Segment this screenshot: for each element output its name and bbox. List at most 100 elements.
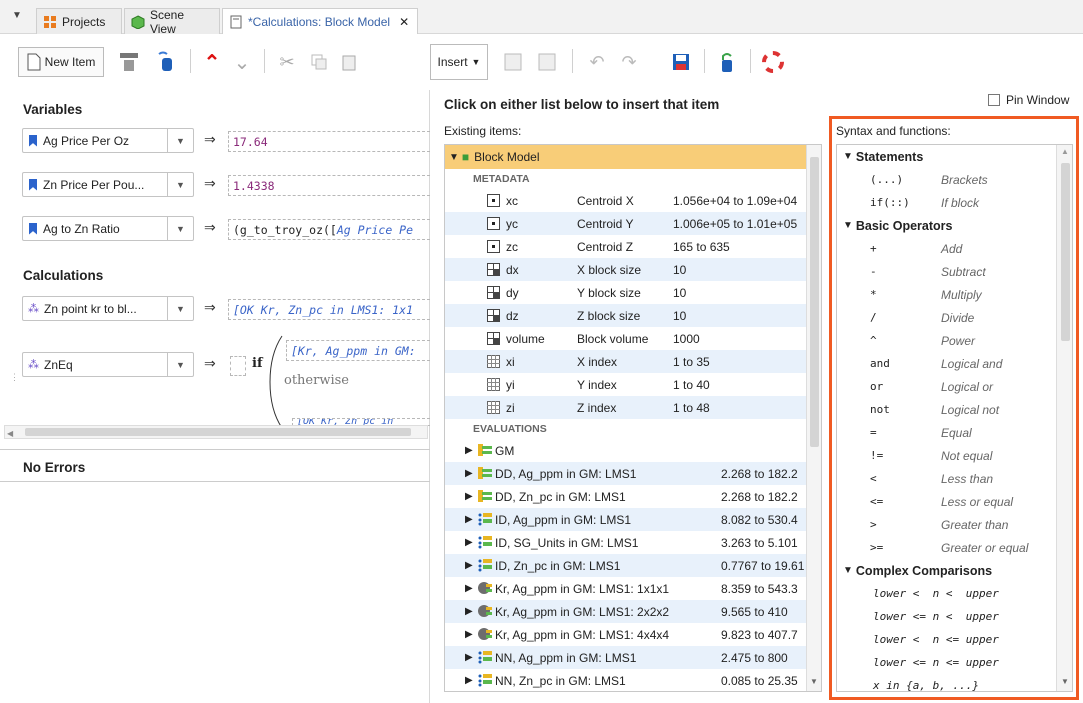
- horizontal-scrollbar[interactable]: ◀: [4, 425, 428, 439]
- metadata-row[interactable]: zc Centroid Z 165 to 635: [445, 235, 821, 258]
- basic-operators-group[interactable]: ▼ Basic Operators: [837, 214, 1072, 237]
- syntax-scrollbar[interactable]: ▲ ▼: [1056, 145, 1072, 691]
- statements-group[interactable]: ▼ Statements: [837, 145, 1072, 168]
- collapsed-triangle-icon[interactable]: ▶: [465, 491, 473, 502]
- syntax-item[interactable]: ^ Power: [837, 329, 1072, 352]
- metadata-row[interactable]: yi Y index 1 to 40: [445, 373, 821, 396]
- paste-button[interactable]: [334, 47, 364, 77]
- syntax-item[interactable]: > Greater than: [837, 513, 1072, 536]
- scroll-thumb[interactable]: [1061, 163, 1070, 341]
- variable-selector[interactable]: Ag Price Per Oz ▼: [22, 128, 194, 153]
- syntax-item[interactable]: not Logical not: [837, 398, 1072, 421]
- tree-root-block-model[interactable]: ▼ ■ Block Model: [445, 145, 821, 169]
- syntax-item[interactable]: <= Less or equal: [837, 490, 1072, 513]
- checkbox[interactable]: [988, 94, 1000, 106]
- variable-selector[interactable]: Zn Price Per Pou... ▼: [22, 172, 194, 197]
- metadata-row[interactable]: volume Block volume 1000: [445, 327, 821, 350]
- syntax-item[interactable]: lower <= n < upper: [837, 605, 1072, 628]
- calculation-selector[interactable]: ⁂ ZnEq ▼: [22, 352, 194, 377]
- existing-items-list[interactable]: ▼ ■ Block Model METADATA xc Centroid X 1.0…: [444, 144, 822, 692]
- collapsed-triangle-icon[interactable]: ▶: [465, 675, 473, 686]
- add-row-button[interactable]: [498, 47, 528, 77]
- syntax-item[interactable]: != Not equal: [837, 444, 1072, 467]
- collapsed-triangle-icon[interactable]: ▶: [465, 629, 473, 640]
- syntax-item[interactable]: and Logical and: [837, 352, 1072, 375]
- collapsed-triangle-icon[interactable]: ▶: [465, 445, 473, 456]
- metadata-row[interactable]: xc Centroid X 1.056e+04 to 1.09e+04: [445, 189, 821, 212]
- copy-button[interactable]: [304, 47, 334, 77]
- scroll-down-icon[interactable]: ▼: [810, 677, 818, 686]
- syntax-item[interactable]: lower < n <= upper: [837, 628, 1072, 651]
- collapsed-triangle-icon[interactable]: ▶: [465, 583, 473, 594]
- chevron-down-icon[interactable]: ▼: [167, 353, 193, 376]
- complex-comparisons-group[interactable]: ▼ Complex Comparisons: [837, 559, 1072, 582]
- evaluation-row[interactable]: ▶ Kr, Ag_ppm in GM: LMS1: 1x1x1 8.359 to 5…: [445, 577, 821, 600]
- syntax-item[interactable]: (...) Brackets: [837, 168, 1072, 191]
- syntax-item[interactable]: lower <= n <= upper: [837, 651, 1072, 674]
- syntax-item[interactable]: < Less than: [837, 467, 1072, 490]
- syntax-item[interactable]: or Logical or: [837, 375, 1072, 398]
- collapsed-triangle-icon[interactable]: ▶: [465, 468, 473, 479]
- existing-scrollbar[interactable]: ▼: [806, 145, 821, 691]
- evaluation-row[interactable]: ▶ DD, Ag_ppm in GM: LMS1 2.268 to 182.2: [445, 462, 821, 485]
- evaluation-row[interactable]: ▶ GM: [445, 439, 821, 462]
- collapsed-triangle-icon[interactable]: ▶: [465, 606, 473, 617]
- syntax-item[interactable]: = Equal: [837, 421, 1072, 444]
- syntax-item[interactable]: + Add: [837, 237, 1072, 260]
- save-button[interactable]: [666, 47, 696, 77]
- evaluation-row[interactable]: ▶ ID, SG_Units in GM: LMS1 3.263 to 5.101: [445, 531, 821, 554]
- evaluation-row[interactable]: ▶ NN, Ag_ppm in GM: LMS1 2.475 to 800: [445, 646, 821, 669]
- collapsed-triangle-icon[interactable]: ▶: [465, 514, 473, 525]
- collapsed-triangle-icon[interactable]: ▶: [465, 537, 473, 548]
- evaluation-row[interactable]: ▶ NN, Zn_pc in GM: LMS1 0.085 to 25.35: [445, 669, 821, 691]
- syntax-item[interactable]: if(::) If block: [837, 191, 1072, 214]
- syntax-item[interactable]: lower < n < upper: [837, 582, 1072, 605]
- calculation-selector[interactable]: ⁂ Zn point kr to bl... ▼: [22, 296, 194, 321]
- cut-button[interactable]: ✂: [272, 47, 302, 77]
- close-icon[interactable]: ✕: [399, 15, 409, 29]
- new-item-button[interactable]: New Item: [18, 47, 104, 77]
- variable-value[interactable]: 17.64: [228, 131, 430, 152]
- scroll-up-icon[interactable]: ▲: [1061, 147, 1069, 156]
- tab-calculations[interactable]: *Calculations: Block Model ✕: [222, 8, 418, 34]
- scroll-down-icon[interactable]: ▼: [1061, 677, 1069, 686]
- evaluation-row[interactable]: ▶ ID, Ag_ppm in GM: LMS1 8.082 to 530.4: [445, 508, 821, 531]
- calculation-value[interactable]: [OK Kr, Zn_pc in LMS1: 1x1: [228, 299, 430, 320]
- syntax-item[interactable]: >= Greater or equal: [837, 536, 1072, 559]
- metadata-row[interactable]: dy Y block size 10: [445, 281, 821, 304]
- variable-value[interactable]: 1.4338: [228, 175, 430, 196]
- metadata-row[interactable]: yc Centroid Y 1.006e+05 to 1.01e+05: [445, 212, 821, 235]
- add-column-button[interactable]: [532, 47, 562, 77]
- collapsed-triangle-icon[interactable]: ▶: [465, 560, 473, 571]
- attach-button[interactable]: [150, 47, 180, 77]
- if-placeholder[interactable]: [230, 356, 246, 376]
- collapsed-triangle-icon[interactable]: ▶: [465, 652, 473, 663]
- chevron-down-icon[interactable]: ▼: [167, 129, 193, 152]
- syntax-item[interactable]: / Divide: [837, 306, 1072, 329]
- scroll-left-icon[interactable]: ◀: [7, 429, 13, 438]
- drag-handle-icon[interactable]: ⋮: [10, 372, 19, 383]
- if-value[interactable]: [Kr, Ag_ppm in GM:: [286, 340, 430, 361]
- pin-window-checkbox[interactable]: Pin Window: [988, 93, 1069, 107]
- unlock-button[interactable]: [712, 47, 742, 77]
- evaluation-row[interactable]: ▶ DD, Zn_pc in GM: LMS1 2.268 to 182.2: [445, 485, 821, 508]
- chevron-down-icon[interactable]: ▼: [167, 173, 193, 196]
- redo-button[interactable]: ↷: [614, 47, 644, 77]
- evaluation-row[interactable]: ▶ Kr, Ag_ppm in GM: LMS1: 4x4x4 9.823 to 4…: [445, 623, 821, 646]
- chevron-down-icon[interactable]: ▼: [167, 297, 193, 320]
- syntax-item[interactable]: * Multiply: [837, 283, 1072, 306]
- expanded-triangle-icon[interactable]: ▼: [843, 565, 853, 576]
- syntax-item[interactable]: x in {a, b, ...}: [837, 674, 1072, 691]
- scroll-thumb[interactable]: [810, 157, 819, 447]
- metadata-row[interactable]: dz Z block size 10: [445, 304, 821, 327]
- metadata-row[interactable]: zi Z index 1 to 48: [445, 396, 821, 419]
- evaluation-row[interactable]: ▶ Kr, Ag_ppm in GM: LMS1: 2x2x2 9.565 to 4…: [445, 600, 821, 623]
- expanded-triangle-icon[interactable]: ▼: [843, 151, 853, 162]
- variable-value[interactable]: (g_to_troy_oz([Ag Price Pe: [228, 219, 430, 240]
- metadata-row[interactable]: dx X block size 10: [445, 258, 821, 281]
- tab-menu-chevron-icon[interactable]: ▼: [12, 10, 22, 21]
- syntax-list[interactable]: ▼ Statements (...) Brackets if(::) If block …: [836, 144, 1073, 692]
- chevron-down-icon[interactable]: ▼: [167, 217, 193, 240]
- collapse-all-button[interactable]: ⌃: [198, 47, 226, 77]
- expanded-triangle-icon[interactable]: ▼: [843, 220, 853, 231]
